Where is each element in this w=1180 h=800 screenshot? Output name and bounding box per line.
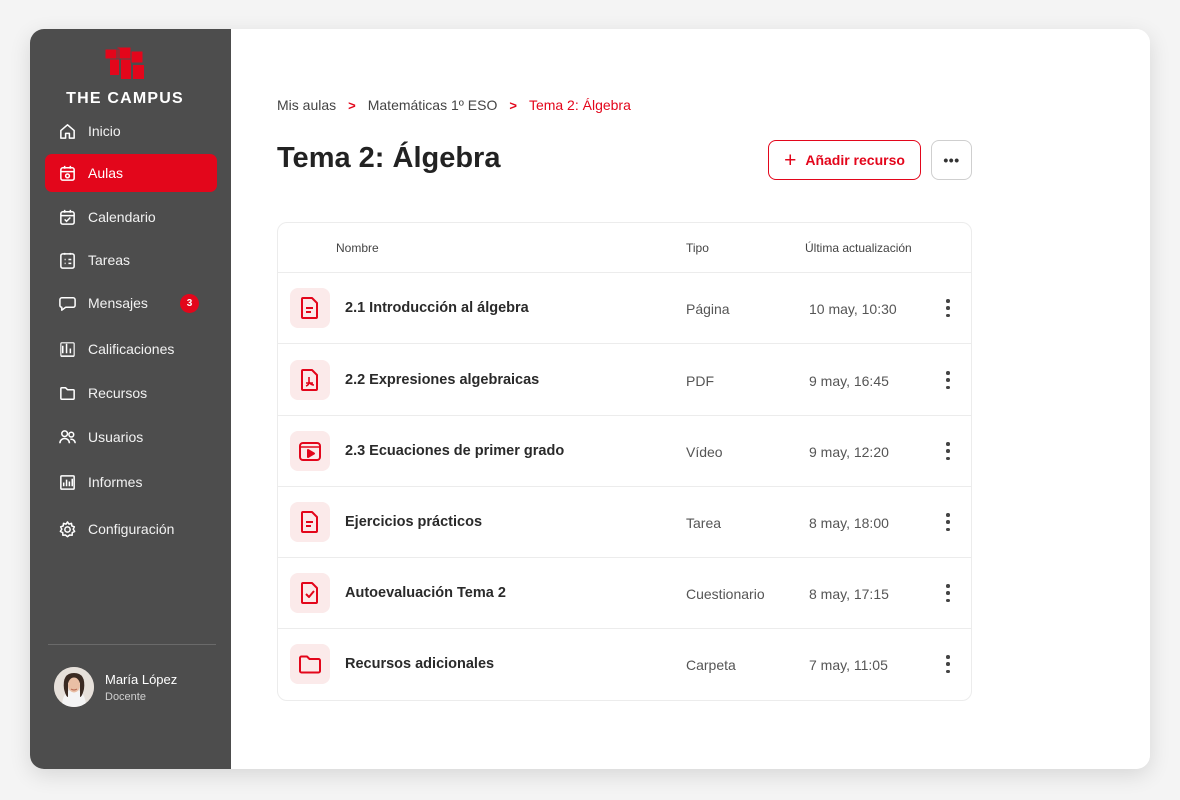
row-menu-icon[interactable] <box>941 584 955 602</box>
video-icon <box>290 431 330 471</box>
grades-icon <box>58 340 77 359</box>
row-menu-icon[interactable] <box>941 299 955 317</box>
home-icon <box>58 122 77 141</box>
sidebar-item-label: Configuración <box>88 521 175 537</box>
sidebar-item-informes[interactable]: Informes <box>45 463 217 501</box>
user-profile[interactable]: María López Docente <box>54 667 177 707</box>
sidebar-item-tareas[interactable]: Tareas <box>45 241 217 279</box>
breadcrumb-separator: > <box>348 97 356 113</box>
sidebar-item-aulas[interactable]: Aulas <box>45 154 217 192</box>
row-updated: 10 may, 10:30 <box>809 301 897 317</box>
row-type: Página <box>686 301 730 317</box>
table-row[interactable]: Ejercicios prácticos Tarea 8 may, 18:00 <box>278 487 971 558</box>
sidebar-item-label: Informes <box>88 474 143 490</box>
row-updated: 8 may, 18:00 <box>809 515 889 531</box>
row-type: Carpeta <box>686 657 736 673</box>
sidebar-item-label: Inicio <box>88 123 121 139</box>
row-menu-icon[interactable] <box>941 371 955 389</box>
unread-badge: 3 <box>180 294 199 313</box>
sidebar-item-calificaciones[interactable]: Calificaciones <box>45 330 217 368</box>
calendar-icon <box>58 208 77 227</box>
pdf-file-icon <box>290 360 330 400</box>
folder-icon <box>58 384 77 403</box>
user-name: María López <box>105 671 178 687</box>
task-file-icon <box>290 502 330 542</box>
sidebar-item-configuracion[interactable]: Configuración <box>45 510 217 548</box>
resources-table: Nombre Tipo Última actualización 2.1 Int… <box>277 222 972 701</box>
table-row[interactable]: 2.3 Ecuaciones de primer grado Vídeo 9 m… <box>278 416 971 487</box>
more-horizontal-icon: ••• <box>943 152 960 168</box>
tasks-icon <box>58 251 77 270</box>
add-resource-label: Añadir recurso <box>805 152 905 168</box>
sidebar-item-label: Mensajes <box>88 295 148 311</box>
add-resource-button[interactable]: + Añadir recurso <box>768 140 921 180</box>
sidebar-divider <box>48 644 216 645</box>
logo[interactable]: THE CAMPUS <box>30 47 220 108</box>
row-menu-icon[interactable] <box>941 655 955 673</box>
breadcrumb-item-course[interactable]: Matemáticas 1º ESO <box>368 97 498 113</box>
users-icon <box>58 428 77 447</box>
row-type: Vídeo <box>686 444 723 460</box>
sidebar-item-recursos[interactable]: Recursos <box>45 374 217 412</box>
row-name[interactable]: 2.2 Expresiones algebraicas <box>345 372 539 388</box>
table-row[interactable]: 2.1 Introducción al álgebra Página 10 ma… <box>278 273 971 344</box>
row-updated: 9 may, 16:45 <box>809 373 889 389</box>
sidebar-item-usuarios[interactable]: Usuarios <box>45 418 217 456</box>
sidebar-item-label: Recursos <box>88 385 148 401</box>
sidebar-item-mensajes[interactable]: Mensajes 3 <box>45 284 217 322</box>
brand-name: THE CAMPUS <box>66 90 184 107</box>
row-name[interactable]: 2.3 Ecuaciones de primer grado <box>345 443 564 459</box>
campus-logo-icon <box>104 47 144 79</box>
breadcrumb-item-current: Tema 2: Álgebra <box>528 97 631 113</box>
row-updated: 8 may, 17:15 <box>809 586 889 602</box>
app-window: THE CAMPUS Inicio Aulas Calendario Tarea <box>30 29 1150 769</box>
row-updated: 7 may, 11:05 <box>809 657 888 673</box>
row-type: Cuestionario <box>686 586 765 602</box>
quiz-file-icon <box>290 573 330 613</box>
message-icon <box>58 294 77 313</box>
row-updated: 9 may, 12:20 <box>809 444 889 460</box>
plus-icon: + <box>784 148 797 172</box>
classroom-icon <box>58 164 77 183</box>
table-row[interactable]: Recursos adicionales Carpeta 7 may, 11:0… <box>278 629 971 700</box>
page-title: Tema 2: Álgebra <box>277 142 501 174</box>
sidebar-item-label: Aulas <box>88 165 124 181</box>
more-options-button[interactable]: ••• <box>931 140 972 180</box>
user-role: Docente <box>105 690 146 703</box>
column-header-updated[interactable]: Última actualización <box>805 241 912 255</box>
table-row[interactable]: 2.2 Expresiones algebraicas PDF 9 may, 1… <box>278 345 971 416</box>
table-header: Nombre Tipo Última actualización <box>278 223 971 273</box>
sidebar: THE CAMPUS Inicio Aulas Calendario Tarea <box>30 29 231 769</box>
main-content: Mis aulas > Matemáticas 1º ESO > Tema 2:… <box>231 29 1150 769</box>
row-type: PDF <box>686 373 714 389</box>
reports-icon <box>58 473 77 492</box>
column-header-name[interactable]: Nombre <box>336 241 379 255</box>
sidebar-item-label: Tareas <box>88 252 131 268</box>
folder-icon <box>290 644 330 684</box>
table-row[interactable]: Autoevaluación Tema 2 Cuestionario 8 may… <box>278 558 971 629</box>
sidebar-item-label: Calificaciones <box>88 341 175 357</box>
breadcrumb: Mis aulas > Matemáticas 1º ESO > Tema 2:… <box>277 97 631 113</box>
row-menu-icon[interactable] <box>941 513 955 531</box>
row-name[interactable]: 2.1 Introducción al álgebra <box>345 300 529 316</box>
sidebar-item-label: Calendario <box>88 209 156 225</box>
breadcrumb-item-mis-aulas[interactable]: Mis aulas <box>277 97 336 113</box>
breadcrumb-separator: > <box>509 97 517 113</box>
row-name[interactable]: Autoevaluación Tema 2 <box>345 585 506 601</box>
column-header-type[interactable]: Tipo <box>686 241 709 255</box>
gear-icon <box>58 520 77 539</box>
page-file-icon <box>290 288 330 328</box>
row-type: Tarea <box>686 515 722 531</box>
row-name[interactable]: Recursos adicionales <box>345 656 494 672</box>
row-menu-icon[interactable] <box>941 442 955 460</box>
avatar <box>54 667 94 707</box>
sidebar-item-label: Usuarios <box>88 429 144 445</box>
sidebar-item-calendario[interactable]: Calendario <box>45 198 217 236</box>
sidebar-item-inicio[interactable]: Inicio <box>45 112 217 150</box>
row-name[interactable]: Ejercicios prácticos <box>345 514 482 530</box>
